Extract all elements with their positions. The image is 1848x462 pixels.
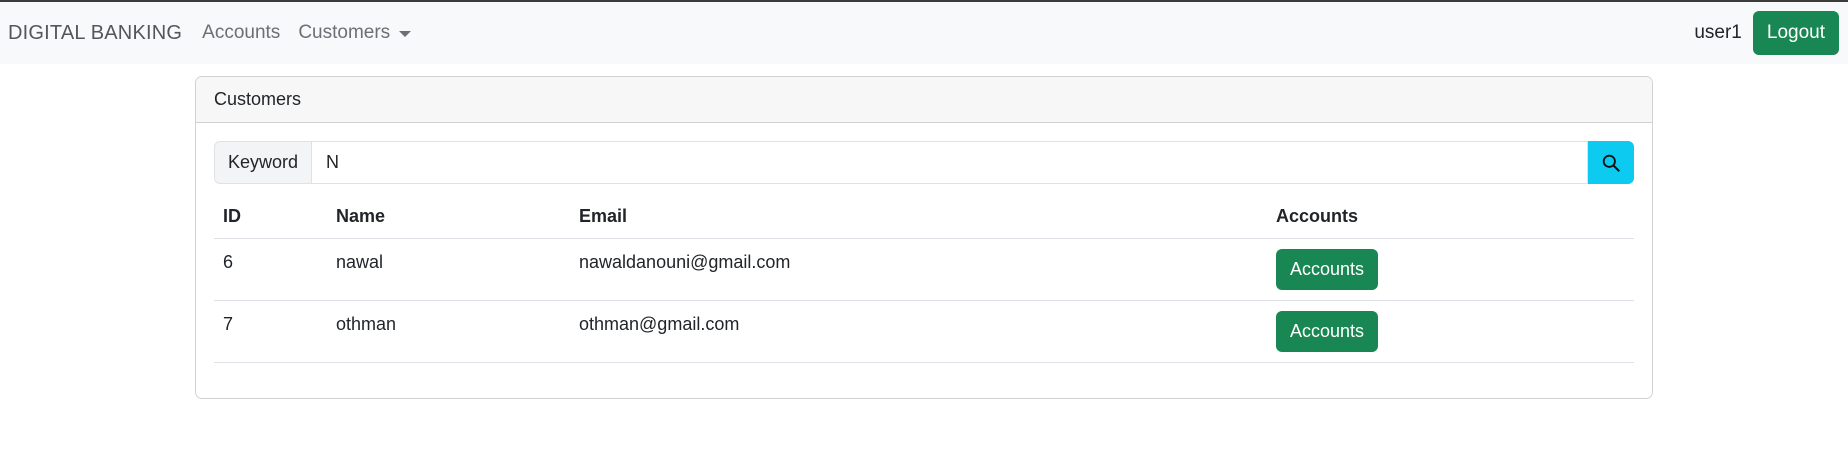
- customer-actions: Accounts: [1267, 238, 1634, 301]
- username-label: user1: [1694, 22, 1742, 43]
- card-body: Keyword ID Name Email Accounts: [196, 123, 1652, 363]
- column-header-accounts: Accounts: [1267, 194, 1634, 239]
- caret-down-icon: [399, 31, 412, 37]
- nav-customers-dropdown[interactable]: Customers: [298, 22, 412, 44]
- nav-accounts-label: Accounts: [202, 22, 281, 43]
- customer-actions: Accounts: [1267, 300, 1634, 363]
- customer-email: othman@gmail.com: [570, 300, 1267, 363]
- search-icon: [1602, 154, 1620, 172]
- keyword-input[interactable]: [311, 141, 1588, 184]
- table-header-row: ID Name Email Accounts: [214, 194, 1634, 239]
- keyword-label: Keyword: [214, 141, 311, 184]
- column-header-email: Email: [570, 194, 1267, 239]
- search-group: Keyword: [214, 141, 1634, 184]
- card-title: Customers: [196, 77, 1652, 123]
- customer-email: nawaldanouni@gmail.com: [570, 238, 1267, 301]
- customers-table: ID Name Email Accounts 6 nawal nawaldano…: [214, 194, 1634, 363]
- accounts-button[interactable]: Accounts: [1276, 311, 1379, 352]
- nav-accounts-link[interactable]: Accounts: [202, 22, 280, 44]
- nav-customers-label: Customers: [298, 22, 391, 43]
- nav-user-area: user1 Logout: [1694, 2, 1839, 64]
- customer-name: nawal: [327, 238, 570, 301]
- customer-name: othman: [327, 300, 570, 363]
- accounts-button[interactable]: Accounts: [1276, 249, 1379, 290]
- column-header-id: ID: [214, 194, 327, 239]
- customers-card: Customers Keyword ID Name Email Accounts: [195, 76, 1653, 399]
- table-row: 6 nawal nawaldanouni@gmail.com Accounts: [214, 238, 1634, 301]
- brand-link[interactable]: DIGITAL BANKING: [8, 22, 182, 45]
- search-button[interactable]: [1588, 141, 1634, 184]
- logout-button[interactable]: Logout: [1752, 11, 1839, 55]
- table-row: 7 othman othman@gmail.com Accounts: [214, 300, 1634, 363]
- customer-id: 6: [214, 238, 327, 301]
- column-header-name: Name: [327, 194, 570, 239]
- top-navbar: DIGITAL BANKING Accounts Customers user1…: [0, 2, 1848, 64]
- customer-id: 7: [214, 300, 327, 363]
